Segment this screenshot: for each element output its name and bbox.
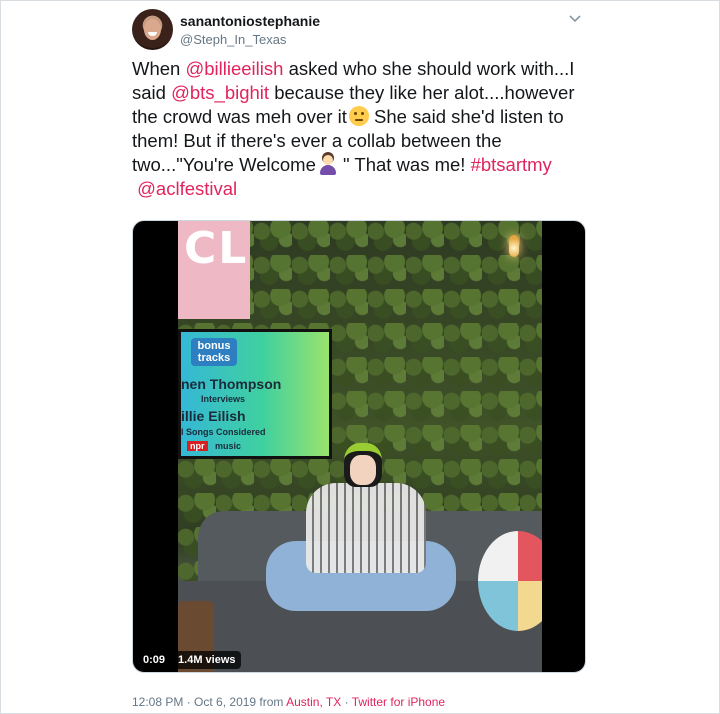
tweet-meta: 12:08 PM · Oct 6, 2019 from Austin, TX ·… <box>132 694 445 710</box>
monitor-line: illie Eilish <box>181 408 246 424</box>
client-link[interactable]: Twitter for iPhone <box>352 695 445 709</box>
video-duration: 0:09 <box>138 651 171 669</box>
face-with-rolling-eyes-icon <box>348 106 369 126</box>
monitor-line: Interviews <box>201 394 246 404</box>
mention-link-aclfestival[interactable]: @aclfestival <box>137 178 237 199</box>
mention-link-bts-bighit[interactable]: @bts_bighit <box>171 82 269 103</box>
monitor-bonus-badge: bonus tracks <box>191 338 237 366</box>
festival-sign-text: CL <box>184 223 249 274</box>
light-bulb <box>509 235 519 257</box>
video-player[interactable]: CL bonus tracks nen Thompson Interviews … <box>132 220 586 673</box>
avatar-face <box>144 19 161 40</box>
separator: · <box>341 695 352 709</box>
user-handle[interactable]: @Steph_In_Texas <box>180 32 320 48</box>
tweet-card: sanantoniostephanie @Steph_In_Texas When… <box>0 0 720 714</box>
display-name[interactable]: sanantoniostephanie <box>180 13 320 30</box>
npr-logo: npr <box>187 441 208 451</box>
tweet-text: When @billieeilish asked who she should … <box>132 57 582 201</box>
tweet-header: sanantoniostephanie @Steph_In_Texas <box>132 9 699 51</box>
monitor-line: l Songs Considered <box>181 427 266 437</box>
performer <box>266 443 456 623</box>
separator: · <box>183 695 195 709</box>
avatar[interactable] <box>132 9 173 50</box>
user-names[interactable]: sanantoniostephanie @Steph_In_Texas <box>180 13 320 48</box>
video-views: 1.4M views <box>173 651 241 669</box>
npr-music-label: music <box>215 441 242 451</box>
video-badges: 0:09 1.4M views <box>138 651 241 669</box>
monitor-line: nen Thompson <box>181 376 282 392</box>
festival-sign: CL <box>178 221 250 319</box>
hashtag-link-btsartmy[interactable]: #btsartmy <box>471 154 552 175</box>
tweet-time[interactable]: 12:08 PM <box>132 695 183 709</box>
chevron-down-icon[interactable] <box>569 15 581 23</box>
from-label: from <box>256 695 287 709</box>
tweet-text-part: When <box>132 58 186 79</box>
video-frame[interactable]: CL bonus tracks nen Thompson Interviews … <box>178 221 542 672</box>
mention-link-billieeilish[interactable]: @billieeilish <box>185 58 283 79</box>
stage-monitor: bonus tracks nen Thompson Interviews ill… <box>178 329 332 459</box>
person-tipping-hand-icon <box>318 153 338 175</box>
tweet-text-part: " That was me! <box>337 154 471 175</box>
location-link[interactable]: Austin, TX <box>286 695 341 709</box>
tweet-date[interactable]: Oct 6, 2019 <box>194 695 256 709</box>
